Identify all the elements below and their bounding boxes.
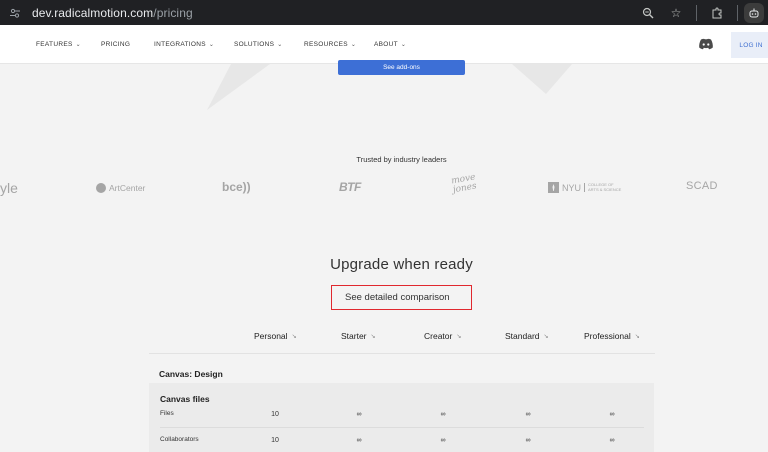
cell-collaborators-professional: ∞ [609, 437, 615, 444]
logo-divider [584, 183, 586, 192]
column-header-personal[interactable]: Personal ↘ [254, 331, 297, 341]
plan-name: Personal [254, 331, 288, 341]
nav-about[interactable]: ABOUT ⌄ [374, 41, 406, 48]
upgrade-heading: Upgrade when ready [330, 256, 473, 273]
plan-name: Starter [341, 331, 367, 341]
cell-files-professional: ∞ [609, 411, 615, 418]
sort-arrow-icon: ↘ [634, 333, 640, 340]
chevron-down-icon: ⌄ [277, 42, 283, 48]
hero-decoration [512, 64, 572, 94]
table-divider [149, 353, 655, 354]
chevron-down-icon: ⌄ [400, 42, 407, 48]
row-label-collaborators: Collaborators [160, 436, 199, 443]
plan-name: Professional [584, 331, 631, 341]
logo-scad: SCAD [686, 180, 718, 192]
toolbar-divider [696, 4, 697, 21]
star-icon[interactable]: ☆ [668, 5, 684, 21]
nav-pricing-label: PRICING [101, 41, 131, 48]
nyu-torch-icon [548, 182, 559, 193]
trusted-heading: Trusted by industry leaders [356, 155, 447, 164]
chevron-down-icon: ⌄ [208, 42, 215, 48]
feature-group [149, 383, 654, 452]
nav-solutions-label: SOLUTIONS [234, 41, 275, 48]
see-addons-button[interactable]: See add-ons [338, 60, 465, 75]
cell-collaborators-creator: ∞ [440, 437, 446, 444]
nav-about-label: ABOUT [374, 41, 398, 48]
plan-name: Creator [424, 331, 453, 341]
cell-files-starter: ∞ [356, 411, 362, 418]
nav-features-label: FEATURES [36, 41, 73, 48]
row-label-files: Files [160, 410, 174, 417]
logo-nyu-text: NYU [562, 182, 582, 193]
nav-integrations[interactable]: INTEGRATIONS ⌄ [154, 41, 214, 48]
url-domain: dev.radicalmotion.com [32, 5, 154, 20]
logo-artcenter: ArtCenter [96, 183, 145, 193]
group-title: Canvas files [160, 394, 210, 404]
toolbar-divider [737, 4, 738, 21]
cell-files-standard: ∞ [525, 411, 531, 418]
sort-arrow-icon: ↘ [370, 333, 376, 340]
logo-nyu: NYU COLLEGE OF ARTS & SCIENCE [548, 182, 622, 193]
cell-collaborators-personal: 10 [271, 437, 279, 444]
sort-arrow-icon: ↘ [291, 333, 297, 340]
puzzle-icon[interactable] [709, 5, 725, 21]
nav-solutions[interactable]: SOLUTIONS ⌄ [234, 41, 283, 48]
artcenter-mark-icon [96, 183, 106, 193]
cell-files-creator: ∞ [440, 411, 446, 418]
nav-features[interactable]: FEATURES ⌄ [36, 41, 81, 48]
column-header-starter[interactable]: Starter ↘ [341, 331, 376, 341]
browser-toolbar: dev.radicalmotion.com/pricing ☆ [0, 0, 768, 25]
logo-nyu-college: COLLEGE OF ARTS & SCIENCE [588, 182, 622, 192]
section-title: Canvas: Design [159, 369, 223, 379]
plan-name: Standard [505, 331, 540, 341]
chevron-down-icon: ⌄ [350, 42, 357, 48]
login-button[interactable]: LOG IN [731, 32, 768, 58]
cell-collaborators-standard: ∞ [525, 437, 531, 444]
hero-decoration [207, 64, 270, 110]
column-header-standard[interactable]: Standard ↘ [505, 331, 549, 341]
nav-integrations-label: INTEGRATIONS [154, 41, 206, 48]
zoom-icon[interactable] [640, 5, 656, 21]
nav-resources[interactable]: RESOURCES ⌄ [304, 41, 356, 48]
column-header-professional[interactable]: Professional ↘ [584, 331, 640, 341]
url-path: /pricing [153, 5, 193, 20]
column-header-creator[interactable]: Creator ↘ [424, 331, 461, 341]
logo-bce: bce)) [222, 180, 251, 194]
nav-resources-label: RESOURCES [304, 41, 348, 48]
cell-files-personal: 10 [271, 411, 279, 418]
address-bar[interactable]: dev.radicalmotion.com/pricing [32, 6, 193, 20]
logo-move-jones: move jones [450, 172, 478, 196]
sort-arrow-icon: ↘ [456, 333, 462, 340]
sort-arrow-icon: ↘ [543, 333, 549, 340]
chevron-down-icon: ⌄ [75, 42, 81, 48]
tune-icon[interactable] [8, 6, 22, 20]
logo-yle: yle [0, 180, 18, 196]
site-navigation: FEATURES ⌄ PRICING INTEGRATIONS ⌄ SOLUTI… [0, 25, 768, 64]
nav-pricing[interactable]: PRICING [101, 41, 130, 48]
logo-btf: BTF [339, 180, 361, 194]
profile-icon[interactable] [744, 2, 764, 23]
discord-icon[interactable] [698, 38, 714, 50]
cell-collaborators-starter: ∞ [356, 437, 362, 444]
logo-artcenter-text: ArtCenter [109, 183, 146, 193]
row-divider [160, 427, 644, 428]
highlight-box [331, 285, 472, 310]
